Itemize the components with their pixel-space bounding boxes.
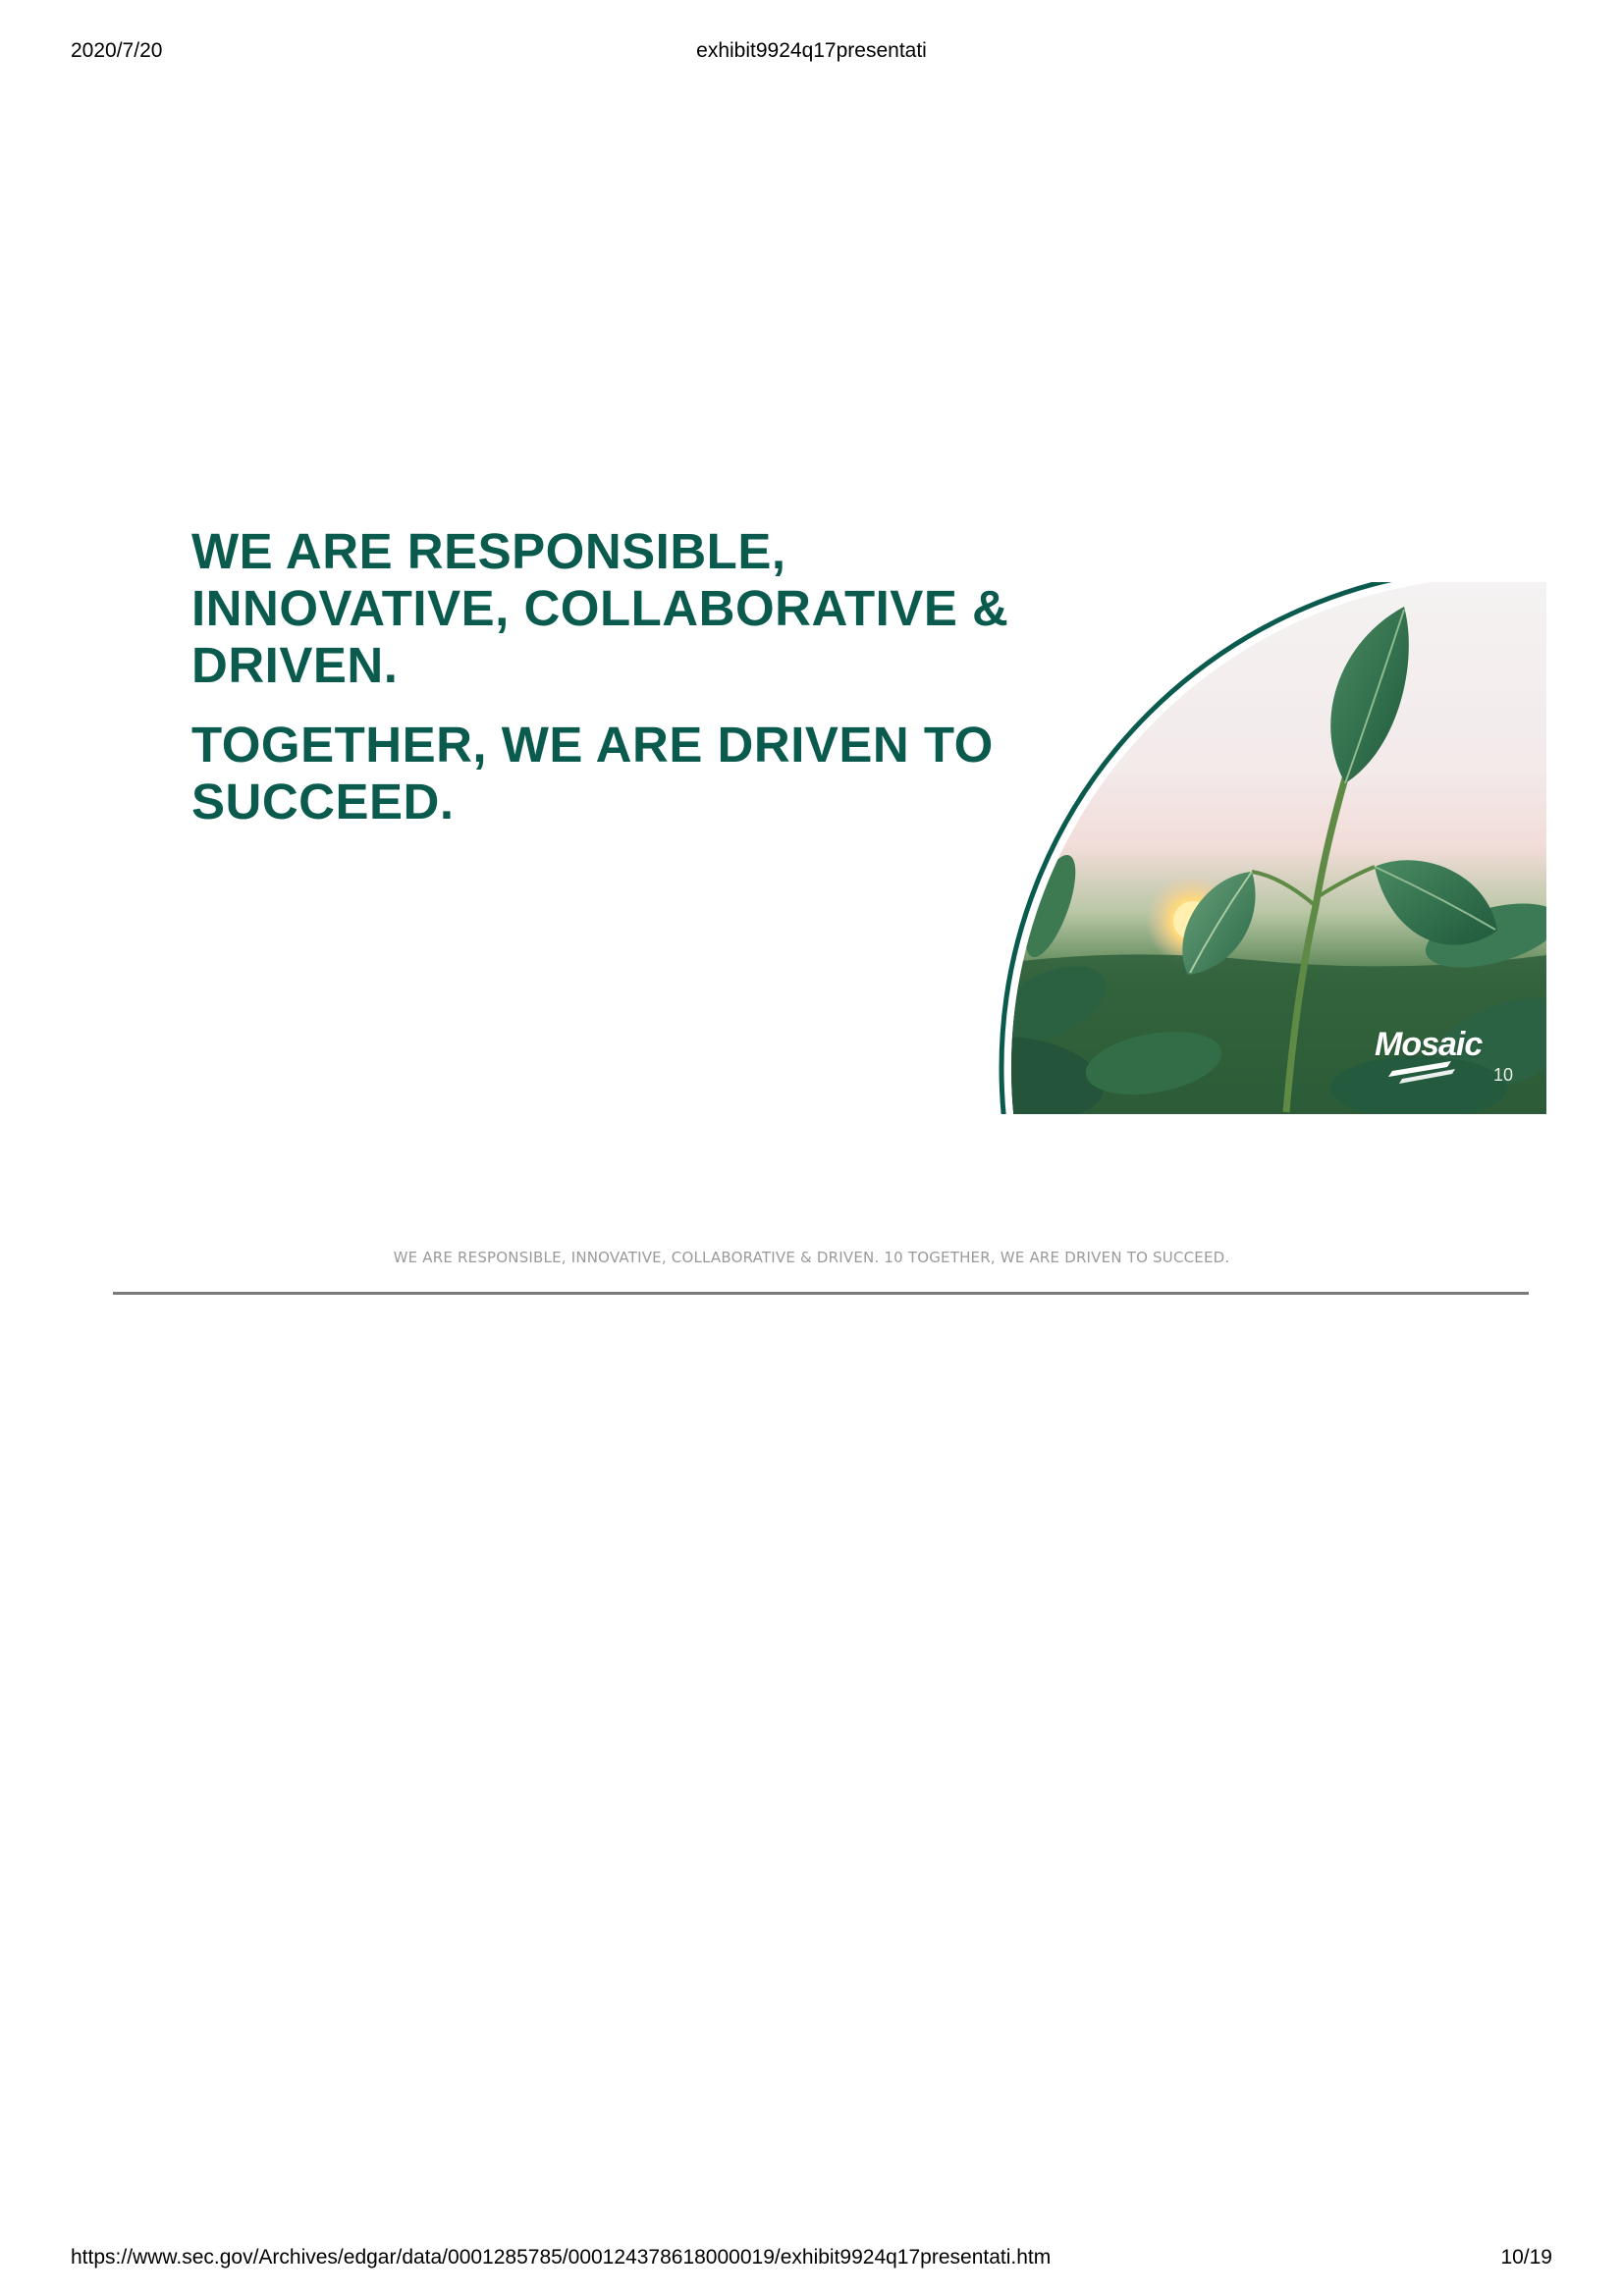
divider <box>113 1292 1529 1295</box>
print-header-title: exhibit9924q17presentati <box>696 39 927 62</box>
slide: WE ARE RESPONSIBLE, INNOVATIVE, COLLABOR… <box>113 466 1546 1114</box>
slide-number: 10 <box>1493 1065 1514 1085</box>
slide-caption: WE ARE RESPONSIBLE, INNOVATIVE, COLLABOR… <box>393 1249 1230 1266</box>
slide-headline-tagline: TOGETHER, WE ARE DRIVEN TO SUCCEED. <box>191 717 994 829</box>
mosaic-stripes-icon <box>1388 1061 1455 1084</box>
slide-headline-values: WE ARE RESPONSIBLE, INNOVATIVE, COLLABOR… <box>191 523 1009 693</box>
mosaic-logo: Mosaic <box>1375 1026 1492 1085</box>
print-footer-page-number: 10/19 <box>1500 2246 1552 2269</box>
print-footer-url: https://www.sec.gov/Archives/edgar/data/… <box>71 2246 1052 2269</box>
